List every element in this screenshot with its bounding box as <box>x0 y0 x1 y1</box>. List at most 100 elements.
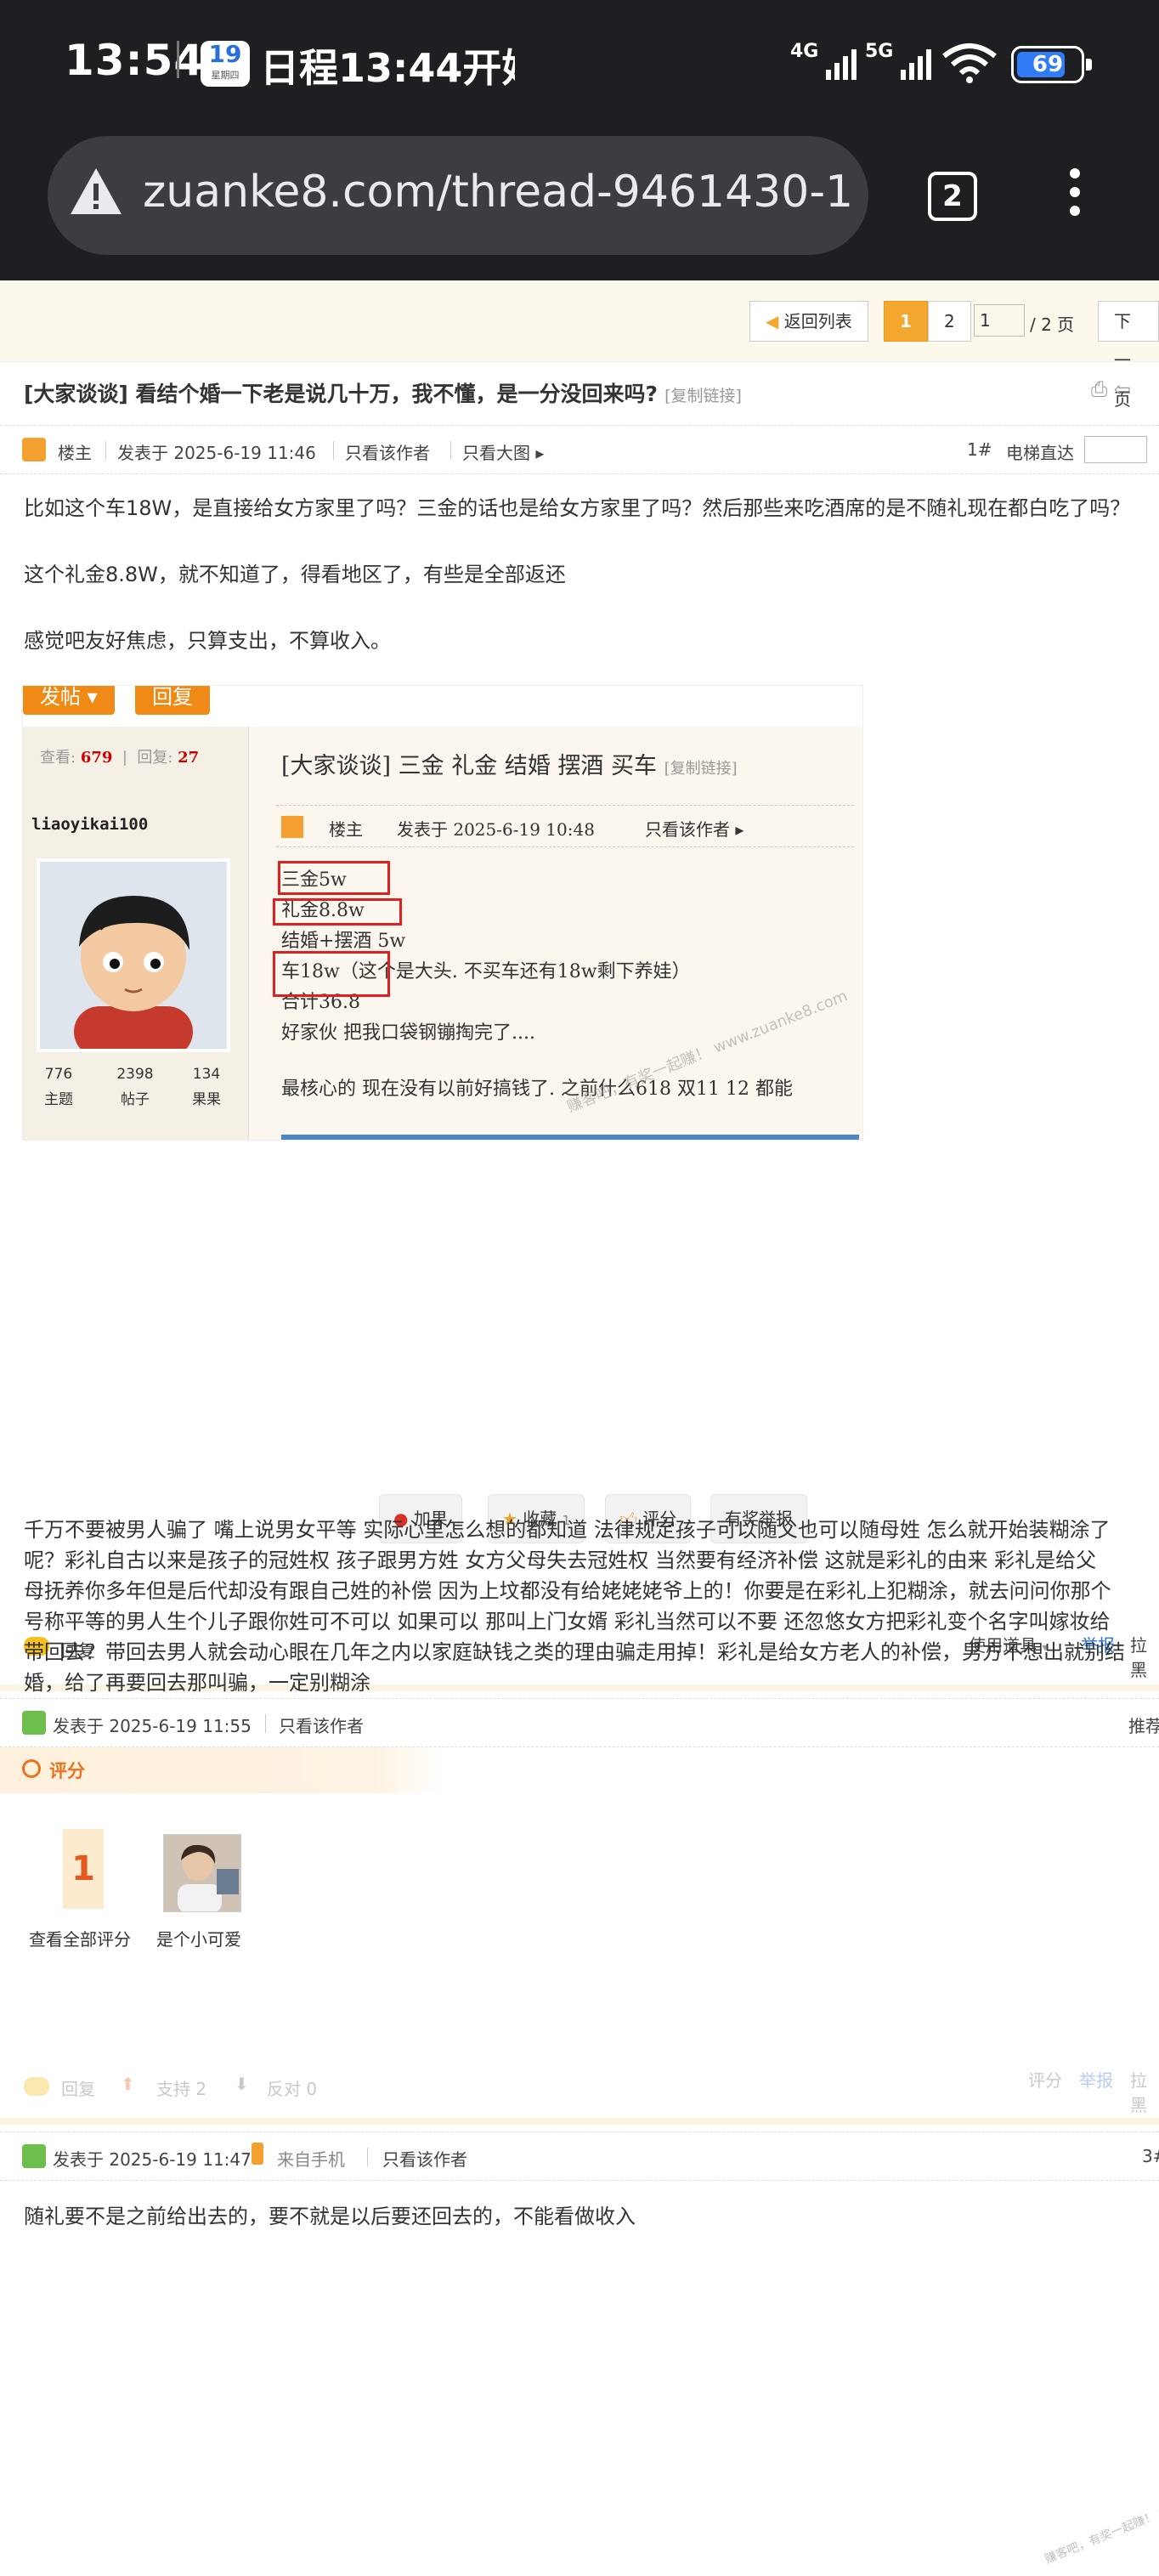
rating-section-label: 评分 <box>49 1761 85 1781</box>
copy-link[interactable]: [复制链接] <box>664 387 742 405</box>
block-link[interactable]: 拉黑 <box>1130 1632 1159 1681</box>
author-avatar-icon[interactable] <box>22 1711 46 1735</box>
embedded-topbar: 发帖 ▾ 回复 <box>23 685 862 727</box>
chevron-left-icon: ◀ <box>766 311 784 331</box>
status-divider <box>177 41 179 78</box>
post-2-header: 发表于 2025-6-19 11:55 只看该作者 推荐 <box>0 1698 1159 1747</box>
post-time: 发表于 2025-6-19 11:55 <box>53 1716 252 1736</box>
calendar-weekday: 星期四 <box>211 70 240 81</box>
url-text[interactable]: zuanke8.com/thread-9461430-1 <box>143 167 857 218</box>
highlight-box-sanjin <box>278 861 390 895</box>
embedded-line-6: 好家伙 把我口袋钢镚掏完了.... <box>281 1022 535 1044</box>
topics-count: 776 <box>44 1066 73 1083</box>
only-author-link[interactable]: 只看该作者 <box>345 439 430 464</box>
highlight-box-car <box>273 951 390 997</box>
embedded-only-author-label: 只看该作者 <box>645 819 730 840</box>
tab-switcher-button[interactable]: 2 <box>928 172 977 221</box>
reply-bubble-icon[interactable] <box>24 2077 49 2096</box>
post-3-text: 随礼要不是之前给出去的，要不就是以后要还回去的，不能看做收入 <box>24 2205 636 2228</box>
post-2-line-6: 婚，给了再要回去那叫骗，一定别糊涂 <box>24 1671 370 1695</box>
post-2-footer: 回复 ⬆ 支持 2 ⬇ 反对 0 评分 举报 拉黑 <box>0 2070 1159 2115</box>
page-number-input[interactable]: 1 <box>974 304 1025 337</box>
embedded-post-label: 发帖 <box>40 685 81 709</box>
browser-toolbar: zuanke8.com/thread-9461430-1 2 <box>0 127 1159 280</box>
embedded-screenshot[interactable]: 发帖 ▾ 回复 查看: 679 | 回复: 27 liaoyikai100 77… <box>22 685 863 1141</box>
play-icon: ▸ <box>535 443 545 463</box>
embedded-stats: 查看: 679 | 回复: 27 <box>40 749 200 767</box>
rating-section-header: 评分 <box>0 1747 442 1793</box>
thread-title-text: [大家谈谈] 看结个婚一下老是说几十万，我不懂，是一分没回来吗? <box>24 382 659 406</box>
recommend-link[interactable]: 推荐 <box>1128 1713 1159 1737</box>
rating-count[interactable]: 1 <box>63 1829 104 1909</box>
title-tools: ⎙ ⇦ <box>1091 377 1131 401</box>
author-role: 楼主 <box>58 443 92 463</box>
rating-circle-icon <box>22 1759 41 1778</box>
embedded-role: 楼主 <box>329 819 363 840</box>
reply-link[interactable]: 回复 <box>61 2075 95 2100</box>
rater-photo-image <box>164 1835 240 1911</box>
oppose-link[interactable]: 反对 0 <box>267 2075 317 2100</box>
floor-number: 1# <box>967 439 992 460</box>
post-2-line-1: 千万不要被男人骗了 嘴上说男女平等 实际心里怎么想的都知道 法律规定孩子可以随父… <box>24 1518 1111 1542</box>
embedded-title-text: [大家谈谈] 三金 礼金 结婚 摆酒 买车 <box>281 753 657 779</box>
report-link[interactable]: 举报 <box>1079 2067 1113 2092</box>
only-author-link[interactable]: 只看该作者 <box>279 1713 364 1737</box>
post-1-header: 楼主 发表于 2025-6-19 11:46 只看该作者 只看大图 ▸ 1# 电… <box>0 425 1159 474</box>
embedded-only-author: 只看该作者 ▸ <box>645 819 744 840</box>
thread-title: [大家谈谈] 看结个婚一下老是说几十万，我不懂，是一分没回来吗? [复制链接] <box>24 377 742 408</box>
author-avatar-icon[interactable] <box>22 438 46 461</box>
mobile-icon <box>252 2143 263 2165</box>
posts-label: 帖子 <box>121 1091 150 1108</box>
floor-number: 3# <box>1142 2146 1159 2166</box>
status-time: 13:54 <box>65 36 205 85</box>
back-to-list-button[interactable]: ◀ 返回列表 <box>749 301 868 342</box>
embedded-post: [大家谈谈] 三金 礼金 结婚 摆酒 买车 [复制链接] 楼主 发表于 2025… <box>251 727 862 1140</box>
embedded-post-time: 发表于 2025-6-19 10:48 <box>397 819 595 840</box>
support-link[interactable]: 支持 2 <box>156 2075 206 2100</box>
oppose-arrow-icon[interactable]: ⬇ <box>235 2074 249 2094</box>
signal-5g-icon <box>901 49 931 80</box>
support-arrow-icon[interactable]: ⬆ <box>121 2074 135 2094</box>
post-3-header: 发表于 2025-6-19 11:47 来自手机 只看该作者 3# <box>0 2132 1159 2181</box>
author-avatar-icon[interactable] <box>22 2144 46 2168</box>
block-link[interactable]: 拉黑 <box>1130 2067 1159 2116</box>
only-author-link[interactable]: 只看该作者 <box>382 2146 467 2171</box>
embedded-post-header: 楼主 发表于 2025-6-19 10:48 只看该作者 ▸ <box>276 805 854 847</box>
page-2-button[interactable]: 2 <box>928 301 971 342</box>
address-bar[interactable]: zuanke8.com/thread-9461430-1 <box>48 136 868 255</box>
rater-name[interactable]: 是个小可爱 <box>156 1926 241 1950</box>
jump-to-floor-input[interactable] <box>1084 436 1147 463</box>
warning-icon[interactable] <box>68 165 124 218</box>
embedded-title: [大家谈谈] 三金 礼金 结婚 摆酒 买车 [复制链接] <box>281 747 738 780</box>
post-1-line-3: 感觉吧友好焦虑，只算支出，不算收入。 <box>24 629 391 653</box>
post-2-line-5: 带回去？带回去男人就会动心眼在几年之内以家庭缺钱之类的理由骗走用掉！彩礼是给女方… <box>24 1640 1125 1664</box>
post-1-line-2: 这个礼金8.8W，就不知道了，得看地区了，有些是全部返还 <box>24 563 566 586</box>
embedded-post-button: 发帖 ▾ <box>23 685 115 715</box>
post-separator <box>0 2118 1159 2125</box>
topics-label: 主题 <box>44 1091 73 1108</box>
view-all-ratings-link[interactable]: 查看全部评分 <box>29 1926 131 1950</box>
highlight-box-lijin <box>273 898 402 926</box>
battery-level: 69 <box>1032 52 1064 77</box>
embedded-avatar-icon <box>281 816 303 838</box>
replies-label: 回复: <box>137 749 173 767</box>
pagination-bar: ◀ 返回列表 1 2 1 / 2 页 下一页 <box>0 280 1159 410</box>
replies-count: 27 <box>178 749 200 767</box>
wifi-icon <box>942 43 997 83</box>
embedded-copy-link: [复制链接] <box>664 760 738 778</box>
rater-avatar[interactable] <box>163 1834 241 1912</box>
network-4g-label: 4G <box>790 41 819 62</box>
more-menu-icon[interactable] <box>1062 168 1088 228</box>
page-1-button[interactable]: 1 <box>884 301 928 342</box>
cartoon-avatar-image <box>37 858 230 1052</box>
post-time: 发表于 2025-6-19 11:46 <box>117 443 316 463</box>
return-icon[interactable]: ⇦ <box>1114 377 1131 401</box>
embedded-line-3: 结婚+摆酒 5w <box>281 931 406 952</box>
fruits-count: 134 <box>192 1066 221 1083</box>
print-icon[interactable]: ⎙ <box>1091 377 1107 401</box>
next-page-button[interactable]: 下一页 <box>1098 301 1159 410</box>
back-to-list-label: 返回列表 <box>783 311 852 331</box>
embedded-bottom-bar <box>281 1135 859 1140</box>
rate-link[interactable]: 评分 <box>1028 2067 1062 2092</box>
view-large-images-link[interactable]: 只看大图 ▸ <box>462 439 544 464</box>
